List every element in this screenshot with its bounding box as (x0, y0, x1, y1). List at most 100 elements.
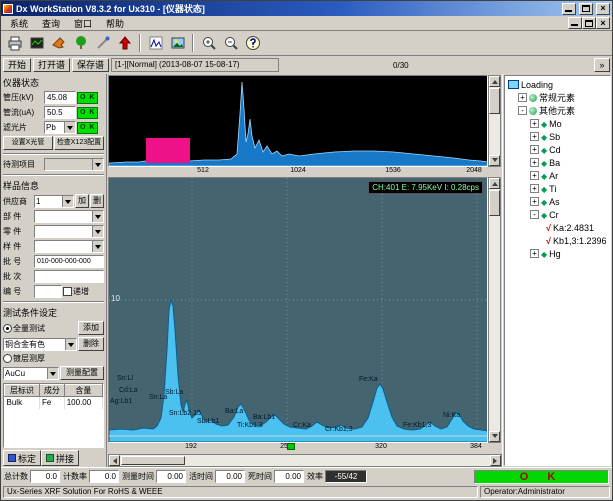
expand-icon[interactable] (530, 145, 539, 154)
menu-query[interactable]: 查询 (35, 16, 67, 31)
scroll-thumb[interactable] (489, 88, 500, 114)
printer-icon[interactable] (4, 33, 25, 53)
upload-icon[interactable] (114, 33, 135, 53)
scroll-up-button[interactable] (489, 76, 500, 87)
component-select[interactable] (34, 210, 104, 223)
menu-window[interactable]: 窗口 (67, 16, 99, 31)
serial-field[interactable] (34, 285, 62, 298)
overview-x-axis: 512 1024 1536 2048 (108, 167, 489, 177)
tree-item-as[interactable]: As (506, 195, 609, 208)
tree-icon[interactable] (70, 33, 91, 53)
expand-icon[interactable] (530, 197, 539, 206)
tree-group-regular[interactable]: 常规元素 (506, 91, 609, 104)
chevron-down-icon[interactable] (64, 122, 75, 133)
increment-checkbox[interactable] (63, 287, 72, 296)
tube-current-value[interactable]: 50.5 (44, 106, 76, 119)
zoom-out-icon[interactable] (220, 33, 241, 53)
add-condition-button[interactable]: 添加 (78, 321, 104, 335)
tree-item-cr[interactable]: Cr (506, 208, 609, 221)
check-x123-button[interactable]: 检查X123配置 (54, 136, 104, 150)
image-icon[interactable] (167, 33, 188, 53)
layer-row[interactable]: Bulk Fe 100.00 (5, 397, 103, 409)
set-tube-button[interactable]: 设置X光管 (3, 136, 53, 150)
cursor-readout: CH:401 E: 7.95KeV I: 0.28cps (368, 181, 483, 194)
scroll-thumb[interactable] (489, 190, 500, 216)
tab-calibration[interactable]: 标定 (3, 450, 41, 466)
spectrum-icon[interactable] (145, 33, 166, 53)
start-button[interactable]: 开始 (3, 58, 31, 72)
filter-select[interactable]: Pb (44, 121, 76, 134)
help-icon[interactable] (242, 33, 263, 53)
tree-group-other[interactable]: 其他元素 (506, 104, 609, 117)
lot-field[interactable]: 010-000-000-000 (34, 255, 104, 268)
menu-help[interactable]: 帮助 (99, 16, 131, 31)
tree-item-cd[interactable]: Cd (506, 143, 609, 156)
tree-line-cr-kb[interactable]: Kb1,3:1.2396 (506, 234, 609, 247)
expand-icon[interactable] (530, 119, 539, 128)
delete-condition-button[interactable]: 删除 (78, 337, 104, 351)
minimize-button[interactable] (562, 3, 576, 15)
menu-system[interactable]: 系统 (3, 16, 35, 31)
toolbar-overflow-button[interactable]: » (594, 58, 610, 72)
save-spectrum-button[interactable]: 保存谱 (72, 58, 109, 72)
scroll-up-button[interactable] (489, 178, 500, 189)
chevron-down-icon[interactable] (62, 196, 73, 207)
chevron-down-icon[interactable] (65, 339, 76, 350)
piece-select[interactable] (34, 240, 104, 253)
xray-gun-icon[interactable] (48, 33, 69, 53)
expand-icon[interactable] (530, 171, 539, 180)
expand-icon[interactable] (530, 249, 539, 258)
open-spectrum-button[interactable]: 打开谱 (33, 58, 70, 72)
tree-item-ti[interactable]: Ti (506, 182, 609, 195)
scroll-down-button[interactable] (489, 155, 500, 166)
maximize-button[interactable] (579, 3, 593, 15)
alloy-select[interactable]: 铜合金有色 (3, 338, 77, 351)
chart-hscroll[interactable] (108, 454, 502, 467)
chevron-down-icon[interactable] (92, 226, 103, 237)
meter-icon[interactable] (26, 33, 47, 53)
zoom-in-icon[interactable] (198, 33, 219, 53)
expand-icon[interactable] (518, 93, 527, 102)
child-close-button[interactable]: × (596, 17, 610, 29)
supplier-select[interactable]: 1 (34, 195, 74, 208)
collapse-icon[interactable] (518, 106, 527, 115)
measure-config-button[interactable]: 测量配置 (60, 366, 104, 380)
coating-test-radio[interactable] (3, 354, 12, 363)
full-test-radio[interactable] (3, 324, 12, 333)
close-button[interactable]: × (596, 3, 610, 15)
part-select[interactable] (34, 225, 104, 238)
overview-vscroll[interactable] (488, 75, 501, 167)
scroll-left-button[interactable] (109, 455, 120, 466)
tree-root[interactable]: Loading (506, 78, 609, 91)
expand-icon[interactable] (530, 132, 539, 141)
coating-select[interactable]: AuCu (3, 367, 59, 380)
tab-splice[interactable]: 拼接 (41, 450, 79, 466)
tube-voltage-value[interactable]: 45.08 (44, 91, 76, 104)
zoom-spectrum-plot[interactable]: CH:401 E: 7.95KeV I: 0.28cps 10 Sn:Ll Cd… (108, 177, 488, 443)
chevron-down-icon[interactable] (92, 159, 103, 170)
probe-icon[interactable] (92, 33, 113, 53)
tree-item-ar[interactable]: Ar (506, 169, 609, 182)
scroll-right-button[interactable] (490, 455, 501, 466)
overview-spectrum-plot[interactable] (108, 75, 488, 167)
chevron-down-icon[interactable] (92, 211, 103, 222)
expand-icon[interactable] (530, 184, 539, 193)
zoom-vscroll[interactable] (488, 177, 501, 443)
scroll-thumb[interactable] (121, 456, 185, 465)
child-restore-button[interactable] (582, 17, 596, 29)
tree-item-mo[interactable]: Mo (506, 117, 609, 130)
add-supplier-button[interactable]: 加 (75, 194, 89, 208)
expand-icon[interactable] (530, 158, 539, 167)
child-minimize-button[interactable] (568, 17, 582, 29)
tree-line-cr-ka[interactable]: Ka:2.4831 (506, 221, 609, 234)
chevron-down-icon[interactable] (92, 241, 103, 252)
scroll-down-button[interactable] (489, 431, 500, 442)
tree-item-hg[interactable]: Hg (506, 247, 609, 260)
pending-items-select[interactable] (44, 158, 104, 171)
tree-item-ba[interactable]: Ba (506, 156, 609, 169)
delete-supplier-button[interactable]: 删 (90, 194, 104, 208)
batch-field[interactable] (34, 270, 104, 283)
collapse-icon[interactable] (530, 210, 539, 219)
chevron-down-icon[interactable] (47, 368, 58, 379)
tree-item-sb[interactable]: Sb (506, 130, 609, 143)
